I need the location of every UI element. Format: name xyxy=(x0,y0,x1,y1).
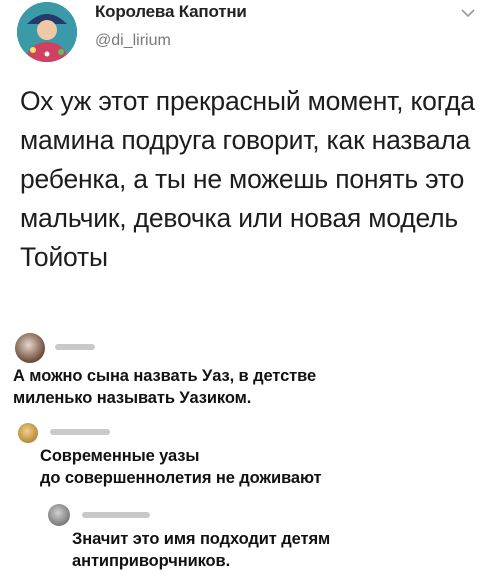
tweet-text: Ох уж этот прекрасный момент, когда мами… xyxy=(20,86,475,272)
comment-text: Современные уазы до совершеннолетия не д… xyxy=(40,445,490,489)
comment-text: Значит это имя подходит детям антипривор… xyxy=(72,528,492,572)
comment-3: Значит это имя подходит детям антипривор… xyxy=(0,498,500,583)
comment-text-line: Современные уазы xyxy=(40,447,200,465)
comment-text-line: А можно сына назвать Уаз, в детстве xyxy=(13,367,317,385)
comment-avatar xyxy=(18,423,38,443)
avatar-illustration xyxy=(17,2,77,62)
comment-text-line: антиприворчников. xyxy=(72,552,231,570)
comment-2: Современные уазы до совершеннолетия не д… xyxy=(0,415,500,495)
comment-author-name-redacted xyxy=(50,429,110,435)
avatar[interactable] xyxy=(17,2,77,62)
chevron-down-icon[interactable] xyxy=(458,6,478,20)
comment-1: А можно сына назвать Уаз, в детстве миле… xyxy=(0,325,500,410)
comment-text: А можно сына назвать Уаз, в детстве миле… xyxy=(13,365,493,409)
comment-author-name-redacted xyxy=(82,512,150,518)
comment-avatar xyxy=(15,333,45,363)
comment-text-line: миленько называть Уазиком. xyxy=(13,389,252,407)
tweet-header: Королева Капотни @di_lirium xyxy=(0,0,500,80)
comment-text-line: до совершеннолетия не доживают xyxy=(40,469,322,487)
comment-avatar xyxy=(48,504,70,526)
comment-text-line: Значит это имя подходит детям xyxy=(72,530,331,548)
user-handle[interactable]: @di_lirium xyxy=(95,32,171,50)
comment-author-name-redacted xyxy=(55,344,95,350)
display-name[interactable]: Королева Капотни xyxy=(95,2,247,22)
